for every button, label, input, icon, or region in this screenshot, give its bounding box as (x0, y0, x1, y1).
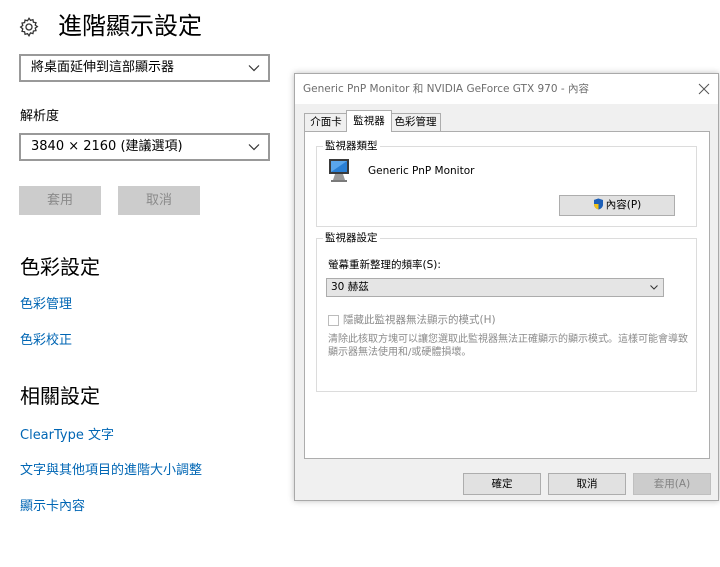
chevron-down-icon (248, 144, 260, 151)
dialog-title: Generic PnP Monitor 和 NVIDIA GeForce GTX… (303, 83, 590, 95)
gear-icon (19, 17, 39, 37)
monitor-tab-panel: 監視器類型 Generic PnP Monitor 內容(P) 監視器設定 螢幕… (304, 131, 710, 459)
monitor-properties-label: 內容(P) (605, 199, 642, 211)
display-mode-select[interactable]: 將桌面延伸到這部顯示器 (19, 54, 270, 82)
monitor-type-label: 監視器類型 (323, 139, 380, 153)
color-management-link[interactable]: 色彩管理 (20, 296, 72, 314)
color-calibration-link[interactable]: 色彩校正 (20, 332, 72, 350)
related-settings-heading: 相關設定 (20, 384, 100, 408)
resolution-value: 3840 × 2160 (建議選項) (31, 139, 183, 154)
monitor-type-group: 監視器類型 Generic PnP Monitor 內容(P) (316, 139, 697, 227)
hide-modes-label: 隱藏此監視器無法顯示的模式(H) (343, 314, 496, 326)
advanced-sizing-link[interactable]: 文字與其他項目的進階大小調整 (20, 462, 202, 480)
display-mode-value: 將桌面延伸到這部顯示器 (31, 60, 175, 75)
tab-monitor[interactable]: 監視器 (346, 110, 392, 132)
dialog-cancel-button[interactable]: 取消 (548, 473, 626, 495)
dialog-apply-button[interactable]: 套用(A) (633, 473, 711, 495)
ok-button[interactable]: 確定 (463, 473, 541, 495)
cancel-button[interactable]: 取消 (118, 186, 200, 215)
monitor-properties-button[interactable]: 內容(P) (559, 195, 675, 216)
tab-adapter[interactable]: 介面卡 (304, 113, 348, 131)
close-icon[interactable] (698, 83, 710, 95)
monitor-settings-label: 監視器設定 (323, 231, 380, 245)
uac-shield-icon (593, 198, 603, 210)
refresh-rate-value: 30 赫茲 (331, 281, 369, 293)
chevron-down-icon (248, 65, 260, 72)
monitor-settings-group: 監視器設定 螢幕重新整理的頻率(S): 30 赫茲 隱藏此監視器無法顯示的模式(… (316, 231, 697, 392)
monitor-icon (329, 159, 349, 182)
chevron-down-icon (650, 285, 658, 290)
adapter-properties-link[interactable]: 顯示卡內容 (20, 498, 85, 516)
refresh-rate-label: 螢幕重新整理的頻率(S): (328, 259, 441, 271)
refresh-rate-select[interactable]: 30 赫茲 (326, 278, 664, 297)
resolution-select[interactable]: 3840 × 2160 (建議選項) (19, 133, 270, 161)
dialog-titlebar[interactable]: Generic PnP Monitor 和 NVIDIA GeForce GTX… (295, 74, 718, 104)
properties-dialog: Generic PnP Monitor 和 NVIDIA GeForce GTX… (294, 73, 719, 501)
page-title: 進階顯示設定 (58, 12, 202, 40)
cleartype-link[interactable]: ClearType 文字 (20, 427, 114, 445)
hide-modes-checkbox[interactable] (328, 315, 339, 326)
apply-button[interactable]: 套用 (19, 186, 101, 215)
color-settings-heading: 色彩設定 (20, 255, 100, 279)
tab-color-management[interactable]: 色彩管理 (390, 113, 441, 131)
resolution-label: 解析度 (20, 109, 60, 124)
hide-modes-hint: 清除此核取方塊可以讓您選取此監視器無法正確顯示的顯示模式。這樣可能會導致顯示器無… (328, 334, 688, 358)
monitor-name: Generic PnP Monitor (368, 165, 475, 177)
